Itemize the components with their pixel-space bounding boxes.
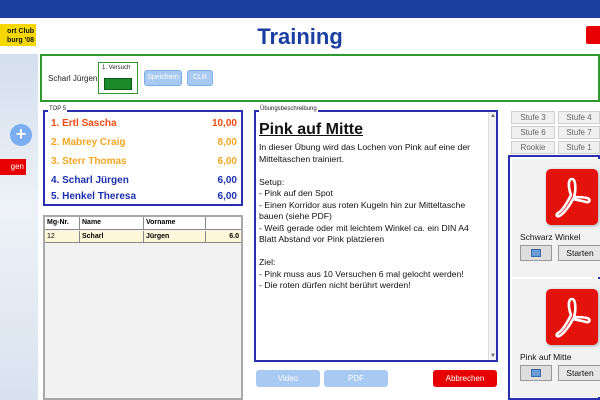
grid-header-cell[interactable]: Vorname xyxy=(144,217,206,229)
description-scrollbar[interactable]: ▲ ▼ xyxy=(488,112,496,360)
exercise-title: Pink auf Mitte xyxy=(259,121,364,138)
video-button[interactable]: Video xyxy=(256,370,320,387)
grid-cell: 6.0 xyxy=(229,233,239,240)
versuch-button[interactable] xyxy=(104,78,132,90)
top5-rank-name: 4. Scharl Jürgen xyxy=(51,175,129,186)
stufe-button[interactable]: Stufe 4 xyxy=(558,111,600,124)
grid-header-cell[interactable]: Name xyxy=(80,217,144,229)
top5-rank: 1. xyxy=(51,118,60,129)
stufe-button[interactable]: Rookie xyxy=(511,141,555,154)
monitor-icon xyxy=(531,369,541,377)
description-label: Übungsbeschreibung xyxy=(259,106,318,112)
scroll-down-icon[interactable]: ▼ xyxy=(490,353,496,359)
pdf-name: Pink auf Mitte xyxy=(520,352,572,362)
versuch-label: 1. Versuch xyxy=(102,65,131,71)
stufe-button[interactable]: Stufe 1 xyxy=(558,141,600,154)
page-title: Training xyxy=(257,24,343,49)
monitor-icon xyxy=(531,249,541,257)
top5-panel: TOP 5 1. Ertl Sascha 10,00 2. Mabrey Cra… xyxy=(43,106,243,207)
top5-row: 4. Scharl Jürgen 6,00 xyxy=(51,175,237,191)
scroll-up-icon[interactable]: ▲ xyxy=(490,113,496,119)
grid-header: Mg-Nr. Name Vorname xyxy=(45,217,241,230)
session-panel: Scharl Jürgen 1. Versuch Speichern CLR xyxy=(40,54,600,102)
cancel-button[interactable]: Abbrechen xyxy=(433,370,497,387)
top5-row: 3. Sterr Thomas 6,00 xyxy=(51,156,237,172)
grid-cell: Jürgen xyxy=(144,231,206,242)
pdf-card: Pink auf Mitte Starten xyxy=(512,279,600,397)
versuch-box: 1. Versuch xyxy=(98,62,138,94)
top5-name: Henkel Theresa xyxy=(62,191,137,202)
grid-header-cell[interactable]: Mg-Nr. xyxy=(45,217,80,229)
top5-rank: 3. xyxy=(51,156,60,167)
stufe-button[interactable]: Stufe 3 xyxy=(511,111,555,124)
top5-name: Sterr Thomas xyxy=(62,156,127,167)
save-button[interactable]: Speichern xyxy=(144,70,182,86)
pdf-icon[interactable] xyxy=(546,289,598,345)
sidebar-red-button[interactable]: gen xyxy=(0,159,26,175)
grid-cell: 12 xyxy=(45,231,80,242)
start-button[interactable]: Starten xyxy=(558,245,600,261)
top5-score: 6,00 xyxy=(217,175,237,186)
preview-button[interactable] xyxy=(520,245,552,261)
pdf-icon[interactable] xyxy=(546,169,598,225)
top5-rank-name: 3. Sterr Thomas xyxy=(51,156,127,167)
window-title-bar xyxy=(0,0,600,18)
top5-label: TOP 5 xyxy=(48,106,68,112)
top5-score: 8,00 xyxy=(217,137,237,148)
grid-header-cell[interactable] xyxy=(206,217,241,229)
stufe-button[interactable]: Stufe 7 xyxy=(558,126,600,139)
grid-cell: Scharl xyxy=(80,231,144,242)
top5-score: 6,00 xyxy=(217,191,237,202)
top5-rank: 5. xyxy=(51,191,60,202)
pdf-panel: Schwarz Winkel Starten Pink auf Mitte St… xyxy=(508,155,600,400)
top5-rank-name: 2. Mabrey Craig xyxy=(51,137,125,148)
player-name: Scharl Jürgen xyxy=(48,74,98,83)
clr-button[interactable]: CLR xyxy=(187,70,213,86)
logo-line-2: burg '08 xyxy=(7,37,34,44)
top5-row: 5. Henkel Theresa 6,00 xyxy=(51,191,237,207)
top5-row: 1. Ertl Sascha 10,00 xyxy=(51,118,237,134)
top5-score: 6,00 xyxy=(217,156,237,167)
exercise-description: In dieser Übung wird das Lochen von Pink… xyxy=(259,142,471,290)
top5-rank-name: 5. Henkel Theresa xyxy=(51,191,136,202)
top5-name: Scharl Jürgen xyxy=(62,175,129,186)
sidebar: + gen xyxy=(0,54,38,400)
table-row[interactable]: 12 Scharl Jürgen 6.0 xyxy=(45,231,241,243)
close-button[interactable] xyxy=(586,26,600,44)
top5-row: 2. Mabrey Craig 8,00 xyxy=(51,137,237,153)
top5-rank: 2. xyxy=(51,137,60,148)
top5-score: 10,00 xyxy=(211,118,237,129)
logo-line-1: ort Club xyxy=(7,28,34,35)
top5-name: Ertl Sascha xyxy=(62,118,117,129)
pdf-button[interactable]: PDF xyxy=(324,370,388,387)
start-button[interactable]: Starten xyxy=(558,365,600,381)
top5-rank-name: 1. Ertl Sascha xyxy=(51,118,117,129)
pdf-card: Schwarz Winkel Starten xyxy=(512,159,600,277)
preview-button[interactable] xyxy=(520,365,552,381)
add-icon[interactable]: + xyxy=(10,124,32,146)
top5-name: Mabrey Craig xyxy=(62,137,126,148)
members-grid: Mg-Nr. Name Vorname 12 Scharl Jürgen 6.0 xyxy=(43,215,243,400)
description-panel: Übungsbeschreibung Pink auf Mitte In die… xyxy=(254,106,498,362)
stufe-button[interactable]: Stufe 6 xyxy=(511,126,555,139)
top5-rank: 4. xyxy=(51,175,60,186)
pdf-name: Schwarz Winkel xyxy=(520,232,581,242)
club-logo: ort Club burg '08 xyxy=(0,24,36,46)
